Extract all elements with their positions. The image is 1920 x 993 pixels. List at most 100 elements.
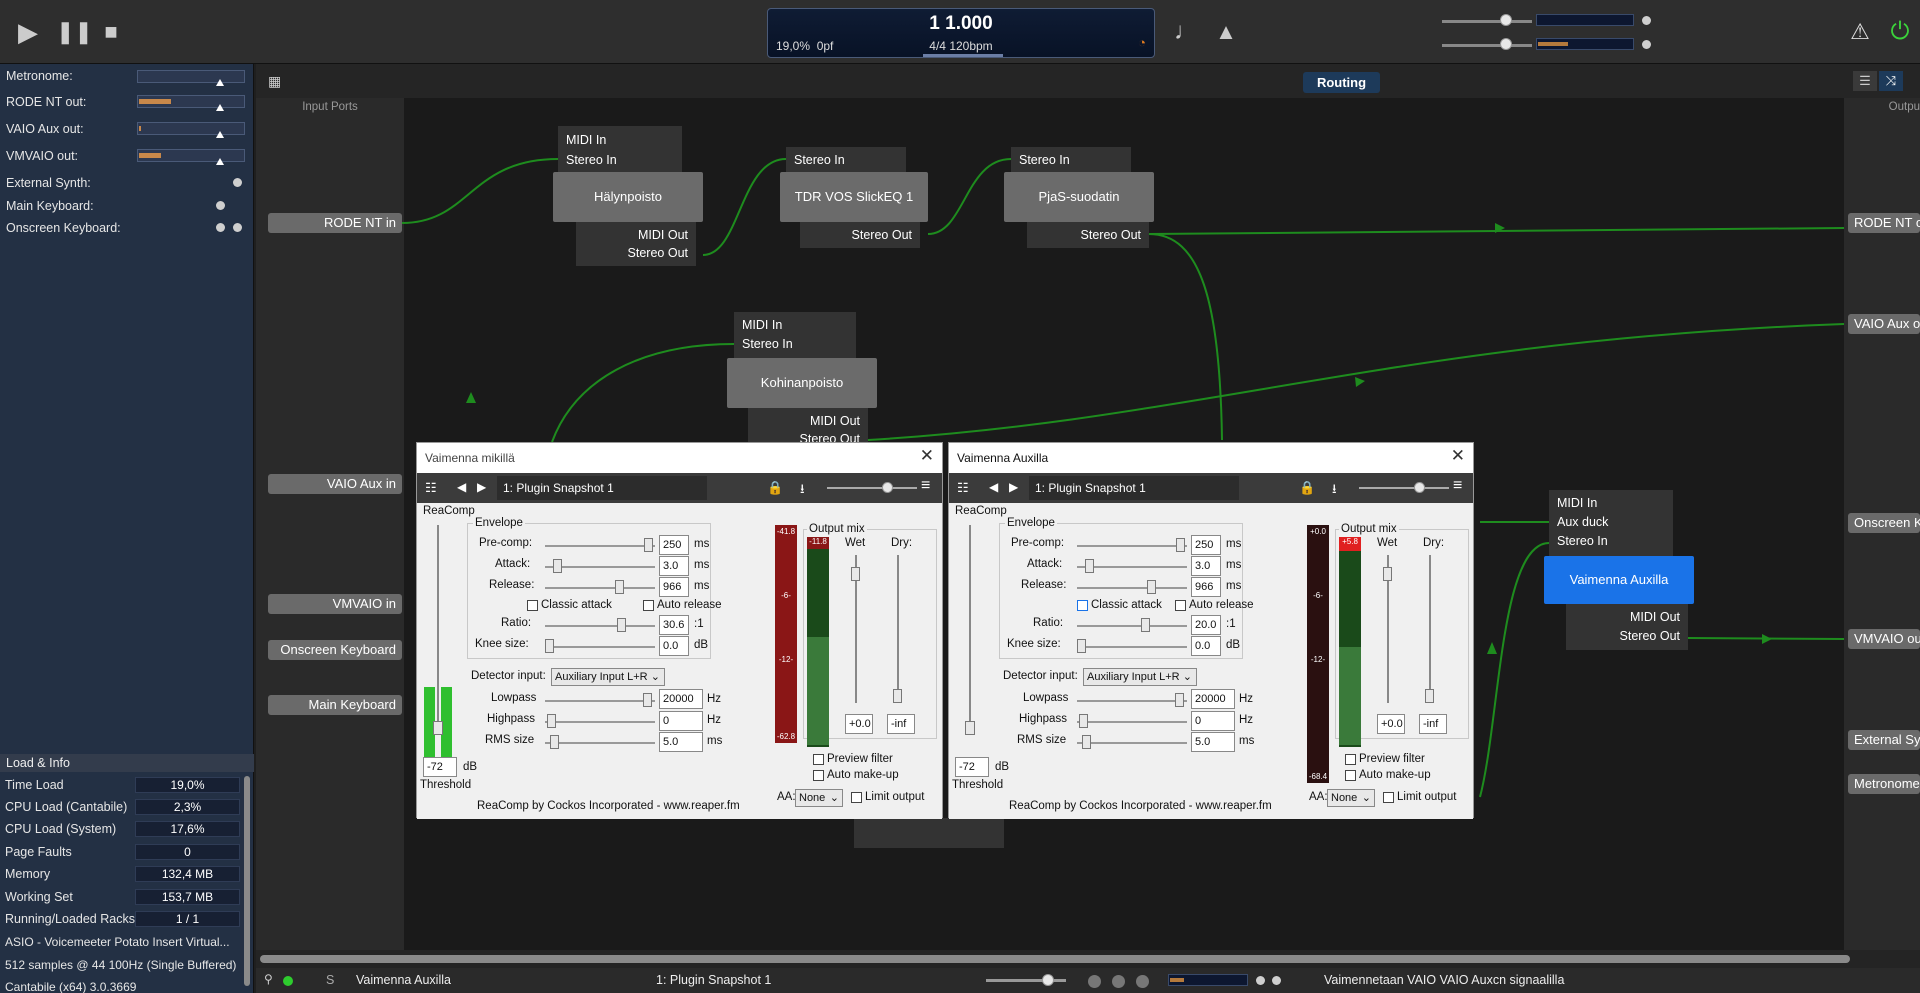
dry-field[interactable]: -inf [887, 714, 915, 734]
threshold-thumb[interactable] [433, 721, 443, 735]
transport-display[interactable]: 1 1.000 19,0% 0pf 4/4 120bpm ◔ [767, 8, 1155, 58]
highpass-track[interactable] [1077, 721, 1187, 723]
dry-thumb[interactable] [893, 689, 902, 703]
attack-field[interactable]: 3.0 [659, 556, 689, 576]
knee-field[interactable]: 0.0 [659, 636, 689, 656]
attack-field[interactable]: 3.0 [1191, 556, 1221, 576]
power-icon[interactable]: ⏻ [1886, 18, 1914, 46]
status-volume-slider[interactable] [986, 979, 1066, 982]
preview-filter-checkbox[interactable] [1345, 754, 1356, 765]
rms-field[interactable]: 5.0 [659, 732, 703, 752]
classic-attack-checkbox[interactable] [527, 600, 538, 611]
input-volume-knob[interactable] [1500, 38, 1512, 50]
knee-thumb[interactable] [545, 639, 554, 653]
rms-thumb[interactable] [1082, 735, 1091, 749]
wet-thumb[interactable] [1383, 567, 1392, 581]
ratio-field[interactable]: 20.0 [1191, 615, 1221, 635]
port-vmvaio-out[interactable]: VMVAIO out [1848, 629, 1920, 649]
pin-stereo-in[interactable]: Stereo In [566, 150, 674, 170]
threshold-thumb[interactable] [965, 721, 975, 735]
node-vaimenna-auxilla[interactable]: Vaimenna Auxilla [1544, 556, 1694, 604]
prev-icon[interactable]: ◀ [457, 480, 466, 494]
close-icon[interactable]: ✕ [920, 446, 934, 466]
metronome-icon[interactable]: ▲ [1212, 18, 1240, 46]
knee-field[interactable]: 0.0 [1191, 636, 1221, 656]
stop-icon[interactable]: ■ [97, 18, 125, 46]
pin-stereo-in[interactable]: Stereo In [1557, 532, 1665, 551]
attack-thumb[interactable] [1085, 559, 1094, 573]
pin-stereo-in[interactable]: Stereo In [794, 151, 898, 169]
master-volume-slider[interactable] [1442, 20, 1532, 23]
rms-track[interactable] [1077, 742, 1187, 744]
port-rode-nt-out[interactable]: RODE NT out [1848, 213, 1920, 233]
precomp-thumb[interactable] [1176, 538, 1185, 552]
lowpass-thumb[interactable] [643, 693, 652, 707]
metronome-meter[interactable] [137, 70, 245, 86]
routing-scrollbar[interactable] [256, 950, 1920, 968]
knee-track[interactable] [1077, 646, 1187, 648]
auto-makeup-checkbox[interactable] [1345, 770, 1356, 781]
pin-stereo-out[interactable]: Stereo Out [756, 430, 860, 442]
download-icon[interactable]: ⭳ [1332, 480, 1337, 502]
ratio-track[interactable] [1077, 625, 1187, 627]
precomp-field[interactable]: 250 [659, 535, 689, 555]
port-rode-nt-in[interactable]: RODE NT in [268, 213, 402, 233]
note-icon[interactable]: ♩ [1172, 18, 1200, 46]
pin-stereo-out[interactable]: Stereo Out [584, 244, 688, 262]
pin-midi-out[interactable]: MIDI Out [756, 412, 860, 430]
gain-knob[interactable] [1414, 482, 1425, 493]
port-vaio-aux-out[interactable]: VAIO Aux out [1848, 314, 1920, 334]
release-thumb[interactable] [1147, 580, 1156, 594]
precomp-thumb[interactable] [644, 538, 653, 552]
ratio-thumb[interactable] [1141, 618, 1150, 632]
highpass-thumb[interactable] [1079, 714, 1088, 728]
release-field[interactable]: 966 [1191, 577, 1221, 597]
port-vaio-aux-in[interactable]: VAIO Aux in [268, 474, 402, 494]
wet-field[interactable]: +0.0 [845, 714, 873, 734]
ratio-field[interactable]: 30.6 [659, 615, 689, 635]
highpass-thumb[interactable] [547, 714, 556, 728]
knee-thumb[interactable] [1077, 639, 1086, 653]
status-volume-knob[interactable] [1042, 974, 1054, 986]
port-onscreen-keyboard-out[interactable]: Onscreen Key [1848, 513, 1920, 533]
port-onscreen-keyboard[interactable]: Onscreen Keyboard [268, 640, 402, 660]
highpass-track[interactable] [545, 721, 655, 723]
pin-midi-in[interactable]: MIDI In [566, 130, 674, 150]
port-main-keyboard[interactable]: Main Keyboard [268, 695, 402, 715]
precomp-field[interactable]: 250 [1191, 535, 1221, 555]
gain-slider[interactable] [827, 487, 917, 489]
limit-output-checkbox[interactable] [851, 792, 862, 803]
load-scrollbar[interactable] [244, 776, 250, 986]
lowpass-thumb[interactable] [1175, 693, 1184, 707]
lock-icon[interactable]: 🔒 [767, 480, 783, 496]
release-field[interactable]: 966 [659, 577, 689, 597]
scroll-thumb[interactable] [260, 955, 1850, 963]
dry-field[interactable]: -inf [1419, 714, 1447, 734]
release-thumb[interactable] [615, 580, 624, 594]
preview-filter-checkbox[interactable] [813, 754, 824, 765]
aa-select[interactable]: None ⌄ [1327, 789, 1375, 807]
rms-track[interactable] [545, 742, 655, 744]
precomp-track[interactable] [1077, 545, 1187, 547]
settings-icon[interactable]: ☷ [957, 480, 969, 496]
node-halynpoisto[interactable]: Hälynpoisto [553, 172, 703, 222]
ratio-track[interactable] [545, 625, 655, 627]
pin-aux-duck[interactable]: Aux duck [1557, 513, 1665, 532]
node-tdr-vos-slickeq[interactable]: TDR VOS SlickEQ 1 [780, 172, 928, 222]
wet-thumb[interactable] [851, 567, 860, 581]
download-icon[interactable]: ⭳ [800, 480, 805, 502]
pin-midi-out[interactable]: MIDI Out [1574, 608, 1680, 627]
pause-icon[interactable]: ❚❚ [56, 18, 93, 46]
tab-routing[interactable]: Routing [1303, 72, 1380, 93]
input-volume-slider[interactable] [1442, 44, 1532, 47]
settings-icon[interactable]: ☷ [425, 480, 437, 496]
list-view-icon[interactable]: ☰ [1853, 71, 1877, 91]
attack-thumb[interactable] [553, 559, 562, 573]
gain-slider[interactable] [1359, 487, 1449, 489]
dry-thumb[interactable] [1425, 689, 1434, 703]
pin-stereo-out[interactable]: Stereo Out [1035, 226, 1141, 244]
close-icon[interactable]: ✕ [1451, 446, 1465, 466]
pin-stereo-out[interactable]: Stereo Out [808, 226, 912, 244]
pin-midi-in[interactable]: MIDI In [1557, 494, 1665, 513]
next-icon[interactable]: ▶ [477, 480, 486, 494]
